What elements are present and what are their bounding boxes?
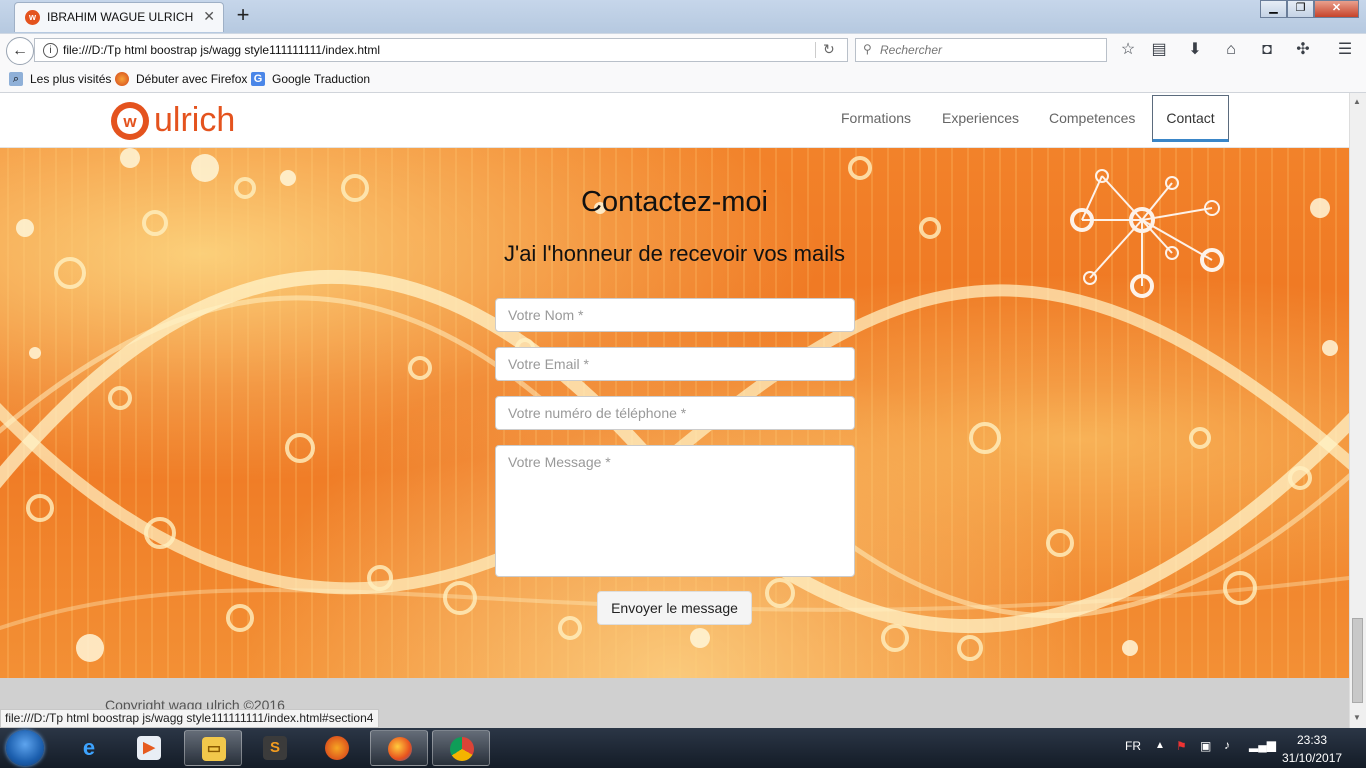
menu-icon[interactable]: ☰ — [1334, 40, 1356, 60]
download-icon[interactable]: ⬇ — [1184, 40, 1206, 60]
clock-time[interactable]: 23:33 — [1297, 733, 1327, 747]
search-icon: ⚲ — [863, 42, 872, 56]
window-minimize-button[interactable]: ▁ — [1260, 0, 1287, 18]
star-icon[interactable]: ☆ — [1117, 40, 1139, 60]
nav-experiences[interactable]: Experiences — [942, 110, 1019, 126]
send-message-button[interactable]: Envoyer le message — [597, 591, 752, 625]
language-indicator[interactable]: FR — [1125, 739, 1141, 753]
google-translate-icon: G — [251, 72, 265, 86]
site-navbar: w ulrich Formations Experiences Competen… — [0, 93, 1349, 148]
scroll-up-icon[interactable]: ▲ — [1353, 97, 1361, 106]
bookmark-firefox[interactable]: Débuter avec Firefox — [136, 72, 247, 86]
internet-explorer-icon: e — [82, 735, 96, 760]
action-center-icon[interactable]: ⚑ — [1176, 739, 1187, 753]
name-field[interactable] — [495, 298, 855, 332]
taskbar-chrome[interactable] — [432, 730, 490, 766]
folder-icon: ▭ — [202, 737, 226, 761]
scroll-down-icon[interactable]: ▼ — [1353, 713, 1361, 722]
volume-icon[interactable]: ♪ — [1224, 738, 1230, 752]
contact-title: Contactez-moi — [581, 186, 768, 218]
media-player-icon: ▶ — [137, 736, 161, 760]
browser-tab[interactable]: w IBRAHIM WAGUE ULRICH ✕ — [14, 2, 224, 32]
bookmark-google-translate[interactable]: Google Traduction — [272, 72, 370, 86]
info-icon[interactable]: i — [43, 43, 58, 58]
new-tab-button[interactable]: + — [232, 4, 254, 28]
pocket-icon[interactable]: ◘ — [1256, 40, 1278, 60]
nav-competences[interactable]: Competences — [1049, 110, 1135, 126]
url-text[interactable]: file:///D:/Tp html boostrap js/wagg styl… — [63, 43, 380, 57]
start-button[interactable] — [6, 730, 44, 766]
message-field[interactable] — [495, 445, 855, 577]
page-viewport: w ulrich Formations Experiences Competen… — [0, 93, 1349, 728]
reading-list-icon[interactable]: ▤ — [1148, 40, 1170, 60]
extension-icon[interactable]: ✣ — [1292, 40, 1314, 60]
search-bar[interactable]: ⚲ — [855, 38, 1107, 62]
close-tab-icon[interactable]: ✕ — [203, 8, 215, 25]
divider — [815, 42, 816, 58]
network-icon[interactable]: ▂▄▆ — [1249, 738, 1276, 752]
contact-subtitle: J'ai l'honneur de recevoir vos mails — [504, 241, 845, 266]
contact-section: Contactez-moi J'ai l'honneur de recevoir… — [0, 148, 1349, 678]
address-bar[interactable]: i file:///D:/Tp html boostrap js/wagg st… — [34, 38, 848, 62]
device-icon[interactable]: ▣ — [1200, 739, 1211, 753]
home-icon[interactable]: ⌂ — [1220, 40, 1242, 60]
site-logo[interactable]: w ulrich — [110, 99, 270, 143]
taskbar-app[interactable] — [308, 730, 366, 766]
taskbar-sublime-text[interactable]: S — [246, 730, 304, 766]
clock-date[interactable]: 31/10/2017 — [1282, 751, 1342, 765]
show-hidden-icons-icon[interactable]: ▲ — [1155, 740, 1165, 751]
phone-field[interactable] — [495, 396, 855, 430]
logo-mark: w — [122, 112, 137, 131]
status-bar-url: file:///D:/Tp html boostrap js/wagg styl… — [0, 709, 380, 728]
taskbar-internet-explorer[interactable]: e — [60, 730, 118, 766]
window-maximize-button[interactable]: ❐ — [1287, 0, 1314, 18]
back-button[interactable]: ← — [6, 37, 34, 65]
email-field[interactable] — [495, 347, 855, 381]
scrollbar-thumb[interactable] — [1352, 618, 1363, 703]
chrome-icon — [450, 737, 474, 761]
window-close-button[interactable]: ✕ — [1314, 0, 1359, 18]
nav-formations[interactable]: Formations — [841, 110, 911, 126]
flame-app-icon — [325, 736, 349, 760]
reload-icon[interactable]: ↻ — [823, 41, 835, 58]
taskbar-media-player[interactable]: ▶ — [120, 730, 178, 766]
taskbar-file-explorer[interactable]: ▭ — [184, 730, 242, 766]
taskbar-firefox[interactable] — [370, 730, 428, 766]
bookmark-most-visited[interactable]: Les plus visités — [30, 72, 111, 86]
tab-title: IBRAHIM WAGUE ULRICH — [47, 10, 194, 24]
search-input[interactable] — [880, 42, 1095, 58]
site-favicon-icon: w — [25, 10, 40, 25]
sublime-text-icon: S — [263, 736, 287, 760]
logo-text: ulrich — [154, 101, 235, 139]
firefox-icon — [115, 72, 129, 86]
firefox-icon — [388, 737, 412, 761]
most-visited-icon: ⌕ — [9, 72, 23, 86]
vertical-scrollbar[interactable]: ▲ ▼ — [1349, 93, 1366, 728]
nav-contact[interactable]: Contact — [1152, 95, 1229, 142]
